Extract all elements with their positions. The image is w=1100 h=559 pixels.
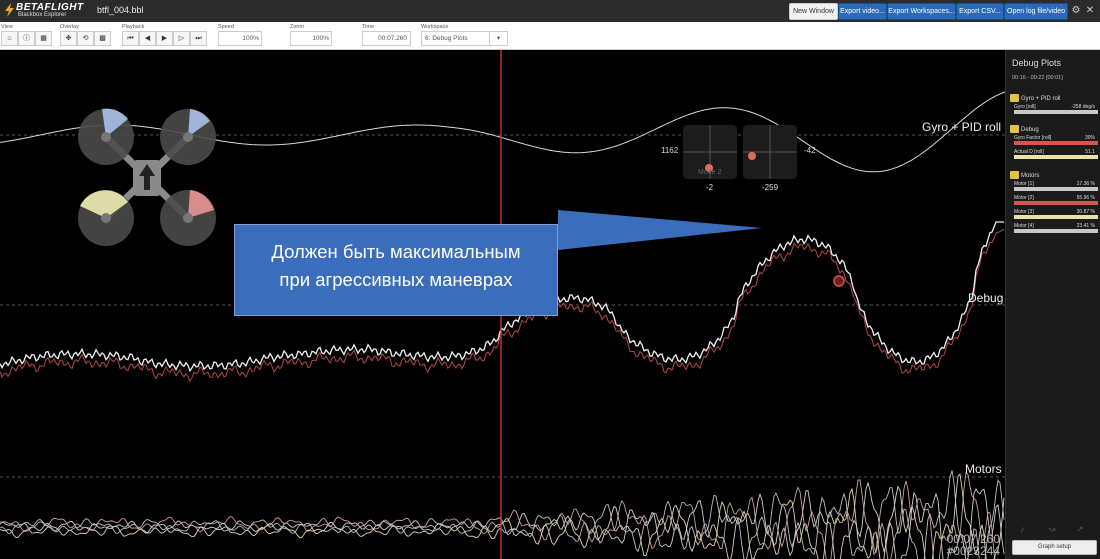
expand-icon[interactable]: ↗	[1076, 524, 1086, 534]
home-icon[interactable]: ⌂	[1, 31, 18, 46]
table-icon[interactable]: ▦	[35, 31, 52, 46]
chevron-down-icon[interactable]: ▾	[489, 31, 508, 46]
time-label: Time	[362, 24, 375, 30]
app-logo: BETAFLIGHT Blackbox Explorer	[4, 2, 83, 20]
gyro-graph-label: Gyro + PID roll	[922, 120, 1002, 134]
zoom-field[interactable]: 100%	[290, 31, 332, 46]
graph-setup-button[interactable]: Graph setup	[1012, 540, 1097, 555]
zoom-slider[interactable]	[332, 31, 346, 44]
step-back-icon[interactable]: ◀	[139, 31, 156, 46]
section-header[interactable]: Debug	[1010, 125, 1098, 135]
series-row[interactable]: Gyro [roll] -258 deg/s	[1010, 104, 1098, 118]
frame-readout-value: #0023244	[946, 544, 1000, 558]
event-marker	[833, 275, 845, 287]
overlay-analyser-icon[interactable]: ▩	[94, 31, 111, 46]
section-title: Motors	[1021, 173, 1040, 179]
export-csv-button[interactable]: Export CSV...	[956, 3, 1004, 20]
log-filename: btfl_004.bbl	[97, 5, 144, 15]
right-stick-dot	[748, 152, 756, 160]
folder-icon	[1010, 125, 1019, 134]
section-gyro: Gyro + PID roll Gyro [roll] -258 deg/s	[1010, 94, 1098, 118]
speed-slider[interactable]	[261, 31, 279, 44]
folder-icon	[1010, 171, 1019, 180]
callout-line-2: при агрессивных маневрах	[279, 269, 513, 290]
series-row[interactable]: Actual D [roll] 51.1	[1010, 149, 1098, 163]
play-icon[interactable]: ▶	[156, 31, 173, 46]
series-color-bar	[1014, 201, 1098, 205]
series-row[interactable]: Motor [2] 55.96 %	[1010, 195, 1098, 209]
right-stick-y-value: -42	[804, 146, 816, 155]
chart-icon[interactable]: ↝	[1048, 524, 1058, 534]
callout-pointer	[558, 210, 762, 250]
toolbar: View ⌂ ⓘ ▦ Overlay ✥ ⟲ ▩ Playback ⏮ ◀ ▶ …	[0, 22, 1100, 50]
section-debug: Debug Gyro Factor [roll] 30% Actual D [r…	[1010, 125, 1098, 163]
time-readout: 00:07.260 #0023244	[947, 533, 1000, 557]
annotation-callout: Должен быть максимальным при агрессивных…	[234, 224, 558, 316]
music-note-icon[interactable]: ♪	[1020, 524, 1030, 534]
series-color-bar	[1014, 155, 1098, 159]
zoom-label: Zoom	[290, 24, 305, 30]
series-row[interactable]: Motor [3] 30.87 %	[1010, 209, 1098, 223]
overlay-sticks-icon[interactable]: ✥	[60, 31, 77, 46]
series-row[interactable]: Motor [1] 17.36 %	[1010, 181, 1098, 195]
playback-group-label: Playback	[122, 24, 145, 30]
section-header[interactable]: Gyro + PID roll	[1010, 94, 1098, 104]
workspace-label: Workspace	[421, 24, 449, 30]
section-motors: Motors Motor [1] 17.36 % Motor [2] 55.96…	[1010, 171, 1098, 237]
graph-canvas[interactable]: Gyro + PID roll Debug Motors 1162 -2 Mod…	[0, 50, 1005, 559]
export-video-button[interactable]: Export video...	[838, 3, 887, 20]
section-header[interactable]: Motors	[1010, 171, 1098, 181]
overlay-group-label: Overlay	[60, 24, 79, 30]
gear-icon[interactable]: ⚙	[1070, 4, 1082, 17]
skip-start-icon[interactable]: ⏮	[122, 31, 139, 46]
section-title: Debug	[1021, 127, 1039, 133]
stick-mode-label: Mode 2	[698, 169, 722, 176]
export-workspaces-button[interactable]: Export Workspaces...	[887, 3, 956, 20]
debug-graph-label: Debug	[968, 291, 1004, 305]
logo-subtext: Blackbox Explorer	[18, 12, 67, 18]
debug-plots-panel: Debug Plots 00:16 - 00:22 [00:01] Gyro +…	[1005, 50, 1100, 559]
series-color-bar	[1014, 229, 1098, 233]
overlay-craft-icon[interactable]: ⟲	[77, 31, 94, 46]
series-color-bar	[1014, 187, 1098, 191]
time-field[interactable]: 00:07.260	[362, 31, 411, 46]
step-forward-icon[interactable]: ▷	[173, 31, 190, 46]
panel-time-range: 00:16 - 00:22 [00:01]	[1012, 75, 1063, 81]
motors-graph-label: Motors	[965, 462, 1002, 476]
close-icon[interactable]: ✕	[1084, 4, 1096, 17]
series-color-bar	[1014, 141, 1098, 145]
section-title: Gyro + PID roll	[1021, 96, 1061, 102]
series-row[interactable]: Motor [4] 23.41 %	[1010, 223, 1098, 237]
gyro-roll-trace	[0, 91, 1005, 173]
series-row[interactable]: Gyro Factor [roll] 30%	[1010, 135, 1098, 149]
title-bar: BETAFLIGHT Blackbox Explorer btfl_004.bb…	[0, 0, 1100, 23]
view-group-label: View	[1, 24, 13, 30]
motor-2-trace	[0, 471, 996, 559]
series-color-bar	[1014, 215, 1098, 219]
new-window-button[interactable]: New Window	[789, 3, 838, 20]
open-log-button[interactable]: Open log file/video	[1004, 3, 1068, 20]
craft-overlay	[78, 108, 216, 246]
info-icon[interactable]: ⓘ	[18, 31, 35, 46]
betaflight-logo-icon	[5, 3, 14, 17]
series-color-bar	[1014, 110, 1098, 114]
speed-label: Speed	[218, 24, 234, 30]
left-stick-y-value: 1162	[661, 146, 679, 155]
workspace-select[interactable]: 6: Debug Plots	[421, 31, 490, 46]
panel-title: Debug Plots	[1012, 58, 1062, 68]
callout-line-1: Должен быть максимальным	[271, 241, 521, 262]
folder-icon	[1010, 94, 1019, 103]
skip-end-icon[interactable]: ⏭	[190, 31, 207, 46]
speed-field[interactable]: 100%	[218, 31, 262, 46]
